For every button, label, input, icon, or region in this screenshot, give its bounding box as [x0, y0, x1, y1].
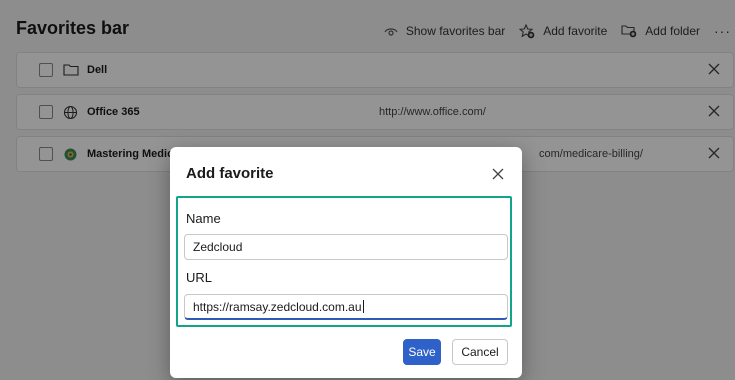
add-favorite-dialog: Add favorite Name Zedcloud URL https://r…	[170, 147, 522, 378]
dialog-title: Add favorite	[186, 165, 274, 182]
text-caret	[362, 300, 364, 313]
name-label: Name	[186, 211, 221, 226]
url-input-value: https://ramsay.zedcloud.com.au	[193, 300, 362, 314]
cancel-button[interactable]: Cancel	[452, 339, 508, 365]
name-input-value: Zedcloud	[193, 240, 243, 254]
save-button[interactable]: Save	[403, 339, 441, 365]
name-input[interactable]: Zedcloud	[184, 234, 508, 260]
url-label: URL	[186, 270, 213, 285]
url-input[interactable]: https://ramsay.zedcloud.com.au	[184, 294, 508, 320]
close-icon[interactable]	[492, 168, 504, 180]
